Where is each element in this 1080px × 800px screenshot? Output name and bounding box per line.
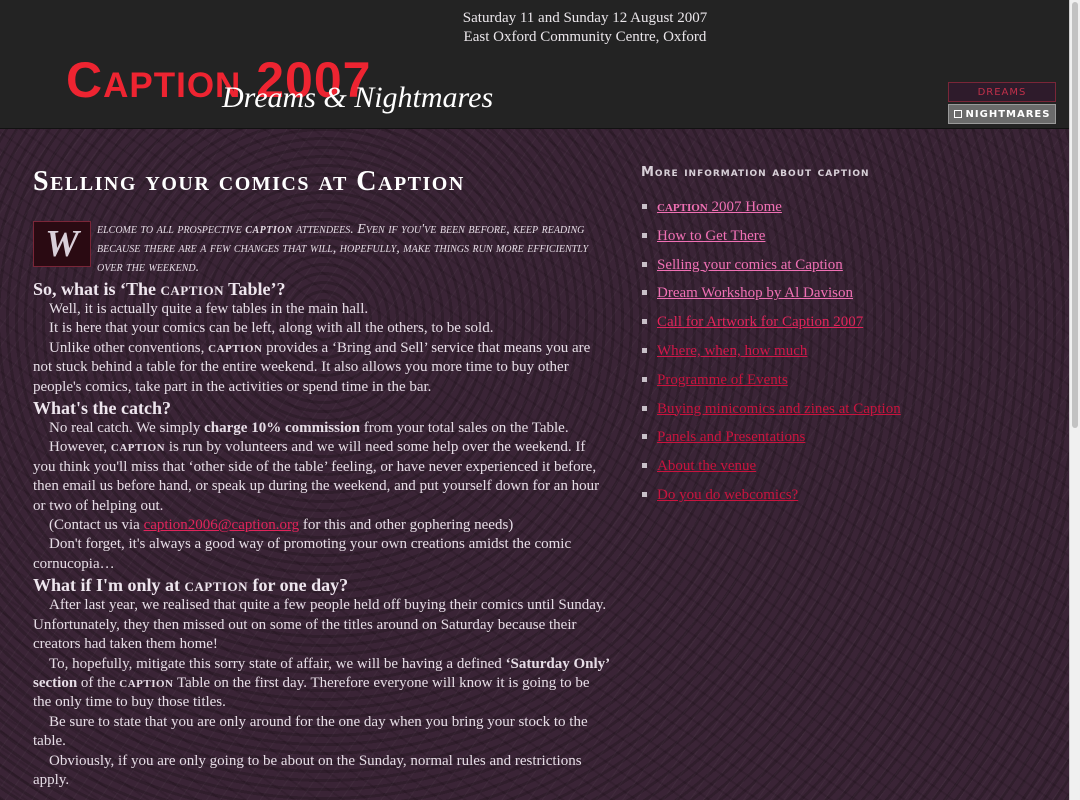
heading-text: So, what is ‘The [33,279,157,299]
theme-switcher: DREAMS NIGHTMARES [948,82,1056,126]
paragraph-text: Table on the first day. Therefore everyo… [33,674,590,711]
nav-link-programme[interactable]: Programme of Events [657,372,788,388]
section-heading-table: So, what is ‘The caption Table’? [33,278,611,300]
paragraph: Obviously, if you are only going to be a… [33,752,582,788]
nightmares-theme-button[interactable]: NIGHTMARES [948,104,1056,124]
heading-text: for one day? [252,575,349,596]
event-dates: Saturday 11 and Sunday 12 August 2007 [462,10,708,26]
nav-item-call-for-artwork: Call for Artwork for Caption 2007 [641,312,1021,341]
nav-link-dream-workshop[interactable]: Dream Workshop by Al Davison [657,285,853,301]
paragraph: However, caption is run by volunteers an… [33,438,611,516]
paragraph: No real catch. We simply charge 10% comm… [33,419,611,438]
paragraph: Be sure to state that you are only aroun… [33,713,588,750]
selected-theme-icon [953,110,962,118]
nav-link-directions[interactable]: How to Get There [657,228,765,244]
section-heading-catch: What's the catch? [33,398,171,419]
nightmares-theme-label: NIGHTMARES [965,109,1051,120]
nav-item-programme: Programme of Events [641,370,1021,399]
dreams-theme-button[interactable]: DREAMS [948,82,1056,102]
paragraph: (Contact us via caption2006@caption.org … [33,516,611,535]
sidebar-nav: caption 2007 Home How to Get There Selli… [641,197,1021,514]
paragraph-text: To, hopefully, mitigate this sorry state… [49,655,502,672]
paragraph: To, hopefully, mitigate this sorry state… [33,655,611,713]
caption-brand: caption [657,199,708,215]
caption-brand: caption [160,279,224,299]
nav-item-home: caption 2007 Home [641,197,1021,226]
logo-subtitle: Dreams & Nightmares [222,81,494,114]
paragraph-text: However, [49,439,108,456]
nav-link-label: 2007 Home [711,199,782,215]
section-heading-one-day: What if I'm only at caption for one day? [33,574,611,596]
nav-link-venue[interactable]: About the venue [657,458,756,474]
sidebar-heading: More information about caption [641,165,870,180]
caption-brand: caption [184,575,248,596]
heading-text: Table’? [228,279,286,299]
event-venue: East Oxford Community Centre, Oxford [463,29,707,45]
paragraph: Well, it is actually quite a few tables … [49,301,369,317]
heading-text: What if I'm only at [33,575,181,596]
nav-link-minicomics[interactable]: Buying minicomics and zines at Caption [657,401,901,417]
intro-lead: elcome to all prospective [97,222,242,237]
event-info: Saturday 11 and Sunday 12 August 2007 Ea… [0,9,1080,47]
paragraph-text: No real catch. We simply [49,420,201,437]
commission-highlight: charge 10% commission [204,420,360,437]
paragraph-text: (Contact us via [49,517,140,534]
paragraph-text: Unlike other conventions, [49,339,205,356]
nav-item-selling: Selling your comics at Caption [641,255,1021,284]
intro-paragraph: W elcome to all prospective caption atte… [33,220,611,278]
site-logo[interactable]: Caption 2007 Dreams & Nightmares [66,52,526,122]
sidebar: More information about caption caption 2… [641,163,1021,514]
nav-item-panels: Panels and Presentations [641,427,1021,456]
nav-link-call-for-artwork[interactable]: Call for Artwork for Caption 2007 [657,314,863,330]
paragraph: Don't forget, it's always a good way of … [33,536,572,572]
nav-link-panels[interactable]: Panels and Presentations [657,429,805,445]
nav-link-webcomics[interactable]: Do you do webcomics? [657,487,798,503]
paragraph-text: for this and other gophering needs) [302,517,514,534]
nav-item-where-when: Where, when, how much [641,341,1021,370]
dropcap-letter: W [33,221,91,267]
nav-item-venue: About the venue [641,456,1021,485]
nav-item-dream-workshop: Dream Workshop by Al Davison [641,283,1021,312]
scrollbar-thumb[interactable] [1072,2,1078,428]
caption-brand: caption [245,222,293,237]
nav-link-where-when[interactable]: Where, when, how much [657,343,807,359]
nav-item-directions: How to Get There [641,226,1021,255]
nav-item-webcomics: Do you do webcomics? [641,485,1021,514]
nav-link-selling[interactable]: Selling your comics at Caption [657,257,843,273]
caption-brand: caption [110,439,166,456]
caption-brand: caption [119,674,174,691]
main-article: Selling your comics at Caption W elcome … [33,160,611,790]
dreams-theme-label: DREAMS [977,87,1027,98]
caption-brand: caption [208,339,263,356]
nav-item-minicomics: Buying minicomics and zines at Caption [641,399,1021,428]
paragraph-text: of the [80,674,116,691]
page-scrollbar[interactable] [1069,0,1080,800]
contact-email-link[interactable]: caption2006@caption.org [144,517,300,533]
nav-link-home[interactable]: caption 2007 Home [657,199,782,215]
paragraph: Unlike other conventions, caption provid… [33,339,611,397]
page-title: Selling your comics at Caption [33,166,465,197]
paragraph: After last year, we realised that quite … [33,597,607,653]
paragraph: It is here that your comics can be left,… [49,320,494,337]
site-header: Saturday 11 and Sunday 12 August 2007 Ea… [0,0,1070,129]
paragraph-text: from your total sales on the Table. [363,420,569,437]
